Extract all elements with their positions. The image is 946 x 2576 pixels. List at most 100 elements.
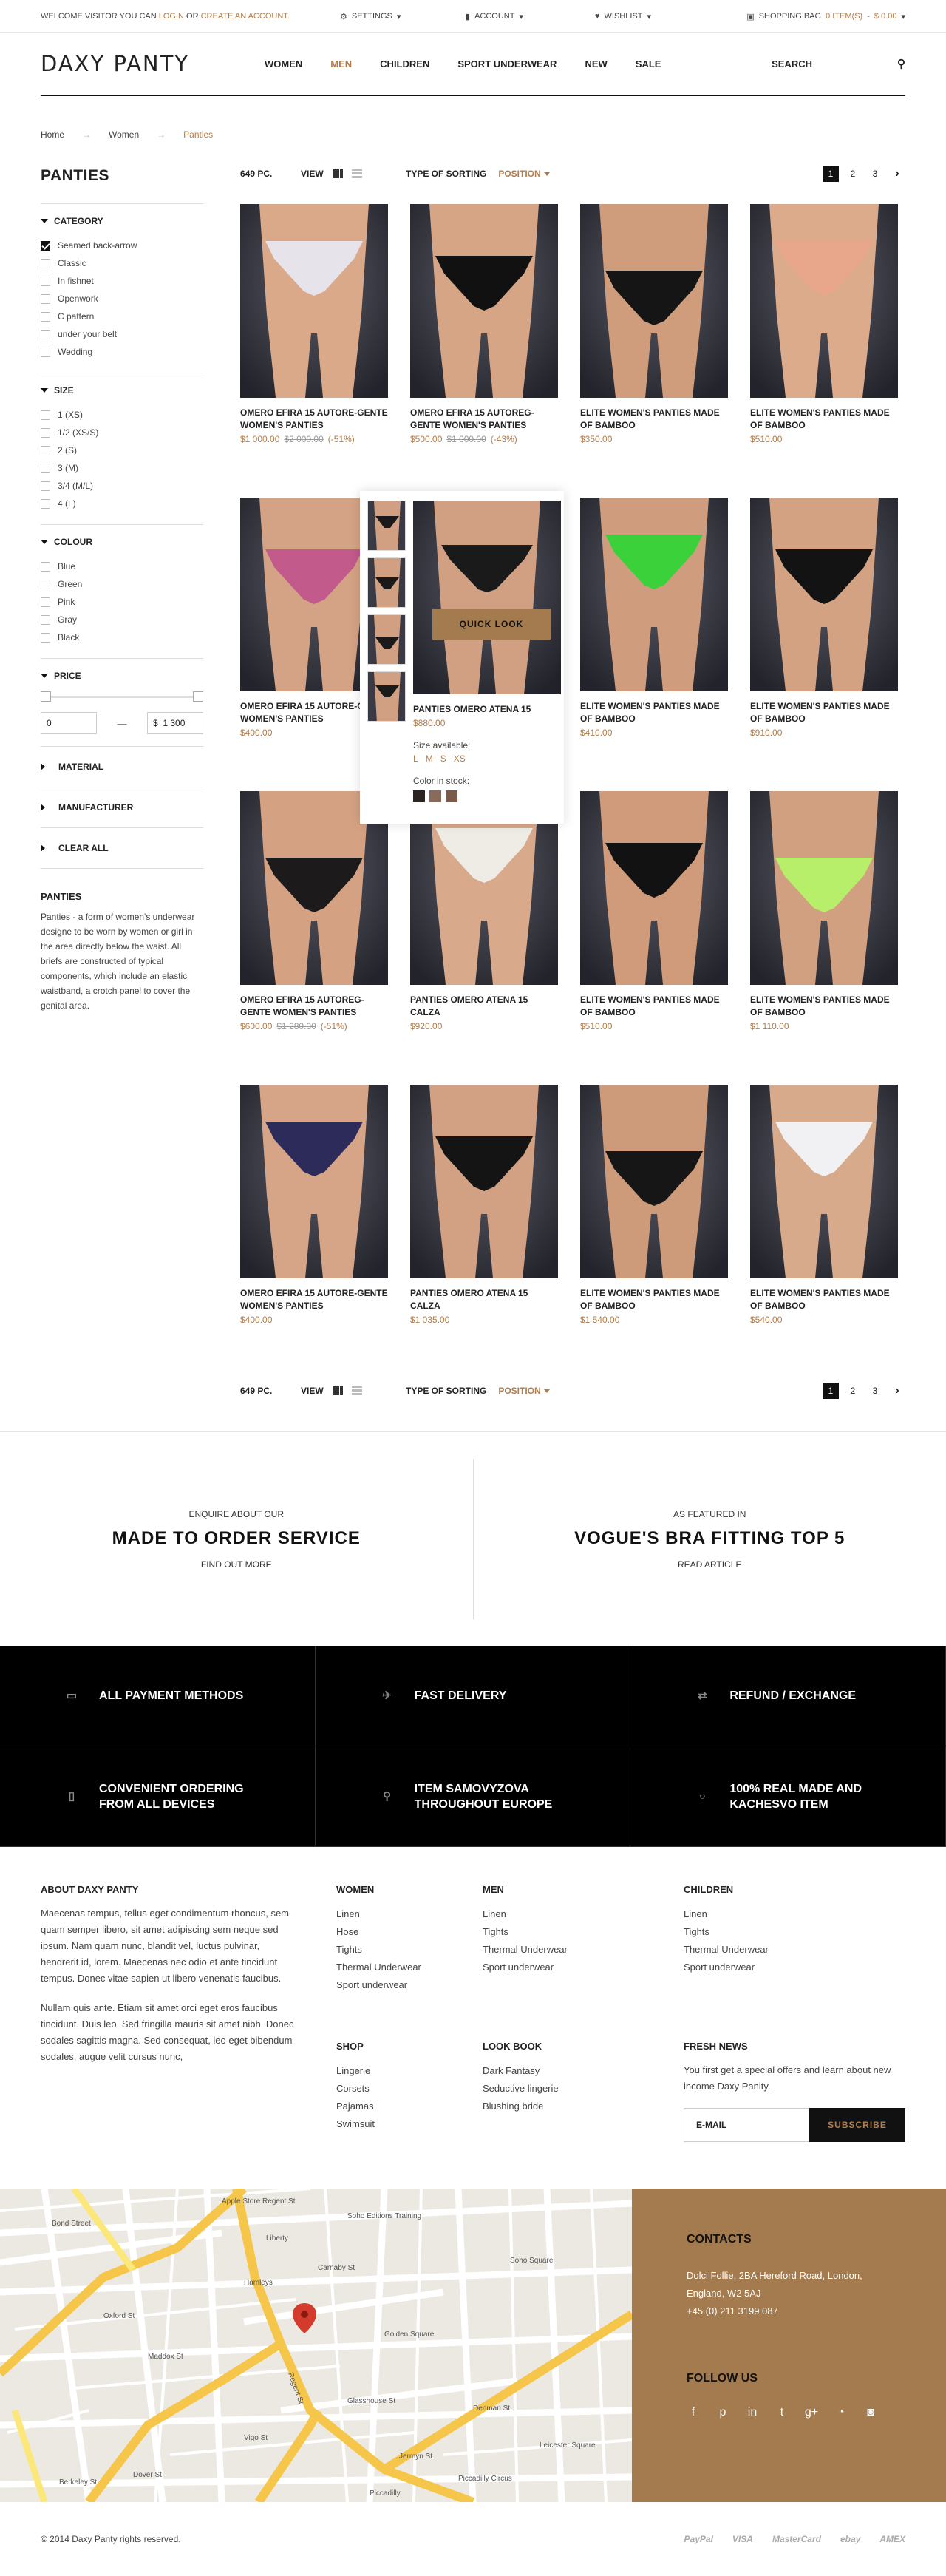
thumbnail[interactable] — [367, 671, 406, 722]
twitter-icon[interactable]: t — [775, 2406, 789, 2419]
colour-option[interactable]: Gray — [41, 611, 203, 628]
sort-select[interactable]: POSITION — [498, 1386, 549, 1396]
product-name[interactable]: OMERO EFIRA 15 AUTOREG-GENTE WOMEN'S PAN… — [410, 407, 558, 432]
product-image[interactable]: QUICK LOOK — [413, 501, 561, 694]
product-image[interactable] — [580, 791, 728, 985]
logo[interactable]: DAXY PANTY — [41, 51, 265, 76]
quick-look-name[interactable]: PANTIES OMERO ATENA 15 — [413, 703, 561, 716]
size-option[interactable]: S — [440, 753, 446, 764]
product-card[interactable]: PANTIES OMERO ATENA 15 CALZA $920.00 — [410, 791, 558, 1085]
product-image[interactable] — [580, 1085, 728, 1278]
checkbox[interactable] — [41, 312, 50, 322]
product-image[interactable] — [580, 204, 728, 398]
product-image[interactable] — [240, 204, 388, 398]
wishlist-menu[interactable]: ♥ WISHLIST ▾ — [595, 12, 735, 21]
product-name[interactable]: ELITE WOMEN'S PANTIES MADE OF BAMBOO — [750, 407, 898, 432]
size-option[interactable]: 1/2 (XS/S) — [41, 424, 203, 441]
nav-sale[interactable]: SALE — [636, 58, 661, 70]
footer-link[interactable]: Linen — [336, 1905, 483, 1923]
page-1[interactable]: 1 — [823, 1383, 839, 1399]
product-card[interactable]: ELITE WOMEN'S PANTIES MADE OF BAMBOO $91… — [750, 498, 898, 791]
checkbox[interactable] — [41, 294, 50, 304]
nav-new[interactable]: NEW — [585, 58, 607, 70]
list-view-icon[interactable] — [352, 1386, 362, 1395]
footer-link[interactable]: Tights — [684, 1923, 905, 1941]
checkbox[interactable] — [41, 428, 50, 438]
nav-men[interactable]: MEN — [330, 58, 352, 70]
checkbox[interactable] — [41, 330, 50, 339]
footer-link[interactable]: Sport underwear — [483, 1959, 684, 1976]
email-field[interactable]: E-MAIL — [684, 2108, 809, 2142]
product-name[interactable]: PANTIES OMERO ATENA 15 CALZA — [410, 994, 558, 1019]
location-map[interactable]: Apple Store Regent St Soho Editions Trai… — [0, 2189, 632, 2502]
footer-link[interactable]: Linen — [483, 1905, 684, 1923]
pinterest-icon[interactable]: p — [716, 2406, 729, 2419]
search-input[interactable]: SEARCH — [772, 58, 812, 70]
product-image[interactable] — [750, 791, 898, 985]
checkbox[interactable] — [41, 633, 50, 643]
footer-link[interactable]: Lingerie — [336, 2062, 483, 2080]
category-option[interactable]: In fishnet — [41, 272, 203, 290]
read-article-link[interactable]: READ ARTICLE — [678, 1559, 741, 1570]
size-option[interactable]: 3/4 (M/L) — [41, 477, 203, 495]
checkbox[interactable] — [41, 464, 50, 473]
nav-children[interactable]: CHILDREN — [380, 58, 429, 70]
colour-option[interactable]: Black — [41, 628, 203, 646]
footer-link[interactable]: Tights — [483, 1923, 684, 1941]
find-out-more-link[interactable]: FIND OUT MORE — [201, 1559, 272, 1570]
grid-view-icon[interactable] — [333, 169, 343, 178]
nav-women[interactable]: WOMEN — [265, 58, 302, 70]
product-card[interactable]: PANTIES OMERO ATENA 15 CALZA $1 035.00 — [410, 1085, 558, 1378]
next-page-icon[interactable]: › — [889, 1383, 905, 1399]
size-option[interactable]: L — [413, 753, 418, 764]
footer-link[interactable]: Thermal Underwear — [336, 1959, 483, 1976]
category-option[interactable]: C pattern — [41, 308, 203, 325]
promo-made-to-order[interactable]: ENQUIRE ABOUT OUR MADE TO ORDER SERVICE … — [0, 1432, 473, 1646]
search-box[interactable]: SEARCH ⚲ — [772, 57, 905, 70]
product-name[interactable]: OMERO EFIRA 15 AUTORE-GENTE WOMEN'S PANT… — [240, 407, 388, 432]
breadcrumb-women[interactable]: Women — [109, 129, 139, 140]
product-card[interactable]: ELITE WOMEN'S PANTIES MADE OF BAMBOO $1 … — [580, 1085, 728, 1378]
clear-all-button[interactable]: CLEAR ALL — [41, 828, 203, 869]
filter-size-toggle[interactable]: SIZE — [41, 385, 203, 396]
product-name[interactable]: ELITE WOMEN'S PANTIES MADE OF BAMBOO — [750, 700, 898, 725]
product-name[interactable]: OMERO EFIRA 15 AUTORE-GENTE WOMEN'S PANT… — [240, 1287, 388, 1312]
product-name[interactable]: ELITE WOMEN'S PANTIES MADE OF BAMBOO — [580, 994, 728, 1019]
footer-link[interactable]: Linen — [684, 1905, 905, 1923]
thumbnail[interactable] — [367, 614, 406, 665]
nav-sport-underwear[interactable]: SPORT UNDERWEAR — [457, 58, 557, 70]
category-option[interactable]: Wedding — [41, 343, 203, 361]
product-card[interactable]: ELITE WOMEN'S PANTIES MADE OF BAMBOO $41… — [580, 498, 728, 791]
product-name[interactable]: OMERO EFIRA 15 AUTOREG-GENTE WOMEN'S PAN… — [240, 994, 388, 1019]
checkbox[interactable] — [41, 597, 50, 607]
footer-link[interactable]: Blushing bride — [483, 2098, 684, 2115]
product-name[interactable]: ELITE WOMEN'S PANTIES MADE OF BAMBOO — [580, 1287, 728, 1312]
list-view-icon[interactable] — [352, 169, 362, 178]
promo-vogue[interactable]: AS FEATURED IN VOGUE'S BRA FITTING TOP 5… — [473, 1459, 946, 1619]
price-slider-max-handle[interactable] — [193, 691, 203, 702]
colour-option[interactable]: Green — [41, 575, 203, 593]
price-min-input[interactable]: 0 — [41, 712, 97, 734]
checkbox[interactable] — [41, 348, 50, 357]
colour-option[interactable]: Pink — [41, 593, 203, 611]
breadcrumb-home[interactable]: Home — [41, 129, 64, 140]
login-link[interactable]: LOGIN — [159, 12, 184, 21]
product-card[interactable]: OMERO EFIRA 15 AUTOREG-GENTE WOMEN'S PAN… — [410, 204, 558, 498]
page-1[interactable]: 1 — [823, 166, 839, 182]
footer-link[interactable]: Sport underwear — [336, 1976, 483, 1994]
checkbox[interactable] — [41, 562, 50, 572]
checkbox[interactable] — [41, 277, 50, 286]
product-image[interactable] — [750, 1085, 898, 1278]
size-option[interactable]: M — [426, 753, 433, 764]
price-slider[interactable] — [41, 691, 203, 702]
filter-colour-toggle[interactable]: COLOUR — [41, 537, 203, 547]
product-image[interactable] — [240, 1085, 388, 1278]
create-account-link[interactable]: CREATE AN ACCOUNT. — [201, 12, 290, 21]
product-card[interactable]: ELITE WOMEN'S PANTIES MADE OF BAMBOO $54… — [750, 1085, 898, 1378]
grid-view-icon[interactable] — [333, 1386, 343, 1395]
filter-manufacturer[interactable]: MANUFACTURER — [41, 787, 203, 828]
color-swatch[interactable] — [413, 790, 425, 802]
size-option[interactable]: 2 (S) — [41, 441, 203, 459]
product-image[interactable] — [410, 1085, 558, 1278]
product-name[interactable]: ELITE WOMEN'S PANTIES MADE OF BAMBOO — [750, 1287, 898, 1312]
